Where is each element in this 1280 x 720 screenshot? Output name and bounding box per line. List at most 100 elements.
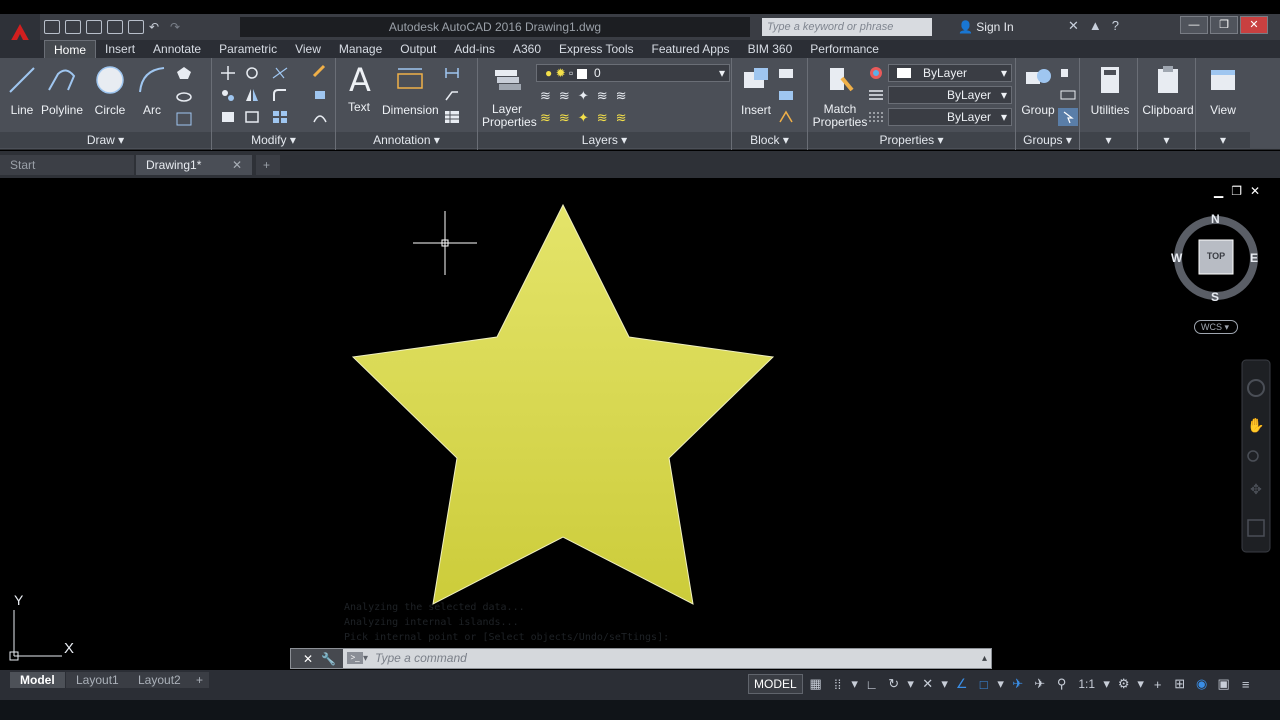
layer-thaw-icon[interactable]: ✦ xyxy=(578,110,589,126)
new-tab-button[interactable]: + xyxy=(256,155,280,175)
mirror-icon[interactable] xyxy=(244,88,260,102)
modify-panel-title[interactable]: Modify ▾ xyxy=(212,132,335,148)
view-panel[interactable]: View ▾ xyxy=(1196,58,1250,150)
wrench-icon[interactable]: 🔧 xyxy=(321,652,336,666)
new-file-icon[interactable] xyxy=(44,20,60,34)
viewcube-west[interactable]: W xyxy=(1171,251,1182,265)
auto-scale-icon[interactable]: ✈ xyxy=(1031,676,1049,692)
layer-match-icon[interactable]: ≋ xyxy=(616,88,627,104)
color-dropdown[interactable]: ByLayer ▾ xyxy=(888,64,1012,82)
minimize-button[interactable]: — xyxy=(1180,16,1208,34)
a360-icon[interactable]: ▲ xyxy=(1089,18,1102,34)
polygon-icon[interactable] xyxy=(176,66,192,80)
draw-panel-title[interactable]: Draw ▾ xyxy=(0,132,211,148)
linear-dimension-icon[interactable] xyxy=(444,66,460,80)
layer-properties-button[interactable]: Layer Properties xyxy=(482,64,537,129)
copy-icon[interactable] xyxy=(220,88,236,102)
chevron-down-icon[interactable]: ▾ xyxy=(907,676,915,692)
customize-icon[interactable]: ≡ xyxy=(1237,677,1255,692)
tab-express-tools[interactable]: Express Tools xyxy=(550,40,642,58)
chevron-down-icon[interactable]: ▾ xyxy=(997,676,1005,692)
command-input[interactable]: Type a command xyxy=(375,649,467,668)
polyline-tool[interactable]: Polyline xyxy=(40,64,84,117)
move-icon[interactable] xyxy=(220,66,236,80)
close-icon[interactable]: ✕ xyxy=(232,155,242,175)
layer-dropdown[interactable]: ● ✹ ▫ 0 ▾ xyxy=(536,64,730,82)
redo-icon[interactable]: ↷ xyxy=(170,20,186,34)
group-selection-icon[interactable] xyxy=(1058,108,1078,126)
fillet-icon[interactable] xyxy=(272,88,288,102)
tab-output[interactable]: Output xyxy=(391,40,445,58)
create-block-icon[interactable] xyxy=(778,66,794,80)
scale-icon[interactable] xyxy=(244,110,260,124)
linetype-dropdown[interactable]: ByLayer ▾ xyxy=(888,108,1012,126)
object-snap-tracking-icon[interactable]: ∠ xyxy=(953,676,971,692)
save-as-icon[interactable] xyxy=(107,20,123,34)
ungroup-icon[interactable] xyxy=(1060,66,1076,80)
viewcube-east[interactable]: E xyxy=(1250,251,1258,265)
arc-tool[interactable]: Arc xyxy=(136,64,168,117)
layout-tab-layout2[interactable]: Layout2 xyxy=(128,672,191,688)
layer-freeze-icon[interactable]: ✦ xyxy=(578,88,589,104)
layer-lock-icon[interactable]: ≋ xyxy=(597,88,608,104)
add-layout-button[interactable]: + xyxy=(190,672,210,688)
polar-tracking-icon[interactable]: ↻ xyxy=(885,676,903,692)
array-icon[interactable] xyxy=(272,110,288,124)
erase-icon[interactable] xyxy=(312,64,328,78)
offset-icon[interactable] xyxy=(312,110,328,124)
explode-icon[interactable] xyxy=(312,88,328,102)
model-space-button[interactable]: MODEL xyxy=(748,674,803,694)
layer-off-icon[interactable]: ≋ xyxy=(559,88,570,104)
leader-icon[interactable] xyxy=(444,88,460,102)
annotation-visibility-icon[interactable]: ✈ xyxy=(1009,676,1027,692)
chevron-down-icon[interactable]: ▾ xyxy=(851,676,859,692)
rotate-icon[interactable] xyxy=(244,66,260,80)
text-tool[interactable]: A Text xyxy=(344,64,374,114)
insert-block-button[interactable]: Insert xyxy=(736,64,776,117)
tab-annotate[interactable]: Annotate xyxy=(144,40,210,58)
hatch-icon[interactable] xyxy=(176,112,192,126)
dimension-tool[interactable]: Dimension xyxy=(382,64,439,117)
wcs-menu[interactable]: WCS ▾ xyxy=(1194,320,1238,334)
attribute-icon[interactable] xyxy=(778,110,794,124)
chevron-down-icon[interactable]: ▾ xyxy=(941,676,949,692)
layout-tab-model[interactable]: Model xyxy=(10,672,65,688)
pan-icon[interactable]: ✋ xyxy=(1247,417,1264,433)
open-file-icon[interactable] xyxy=(65,20,81,34)
tab-parametric[interactable]: Parametric xyxy=(210,40,286,58)
block-panel-title[interactable]: Block ▾ xyxy=(732,132,807,148)
groups-panel-title[interactable]: Groups ▾ xyxy=(1016,132,1079,148)
ortho-icon[interactable]: ∟ xyxy=(863,677,881,692)
tab-view[interactable]: View xyxy=(286,40,330,58)
tab-home[interactable]: Home xyxy=(44,40,97,58)
chevron-down-icon[interactable]: ▾ xyxy=(1080,132,1137,148)
clipboard-panel[interactable]: Clipboard ▾ xyxy=(1138,58,1196,150)
command-prompt-icon[interactable]: >_ xyxy=(347,652,363,664)
star-shape[interactable] xyxy=(351,203,775,605)
table-icon[interactable] xyxy=(444,110,460,124)
tab-featured-apps[interactable]: Featured Apps xyxy=(643,40,739,58)
doc-tab-start[interactable]: Start xyxy=(0,155,134,175)
chevron-down-icon[interactable]: ▾ xyxy=(1137,676,1145,692)
isodraft-icon[interactable]: ✕ xyxy=(919,676,937,692)
snap-icon[interactable]: ⁞⁞ xyxy=(829,677,847,692)
object-snap-icon[interactable]: □ xyxy=(975,677,993,692)
layer-on-icon[interactable]: ≋ xyxy=(559,110,570,126)
properties-panel-title[interactable]: Properties ▾ xyxy=(808,132,1015,148)
search-input[interactable]: Type a keyword or phrase xyxy=(762,18,932,36)
trim-icon[interactable] xyxy=(272,66,288,80)
stretch-icon[interactable] xyxy=(220,110,236,124)
close-icon[interactable]: ✕ xyxy=(303,652,313,666)
lineweight-dropdown[interactable]: ByLayer ▾ xyxy=(888,86,1012,104)
orbit-icon[interactable]: ✥ xyxy=(1250,481,1262,497)
tab-a360[interactable]: A360 xyxy=(504,40,550,58)
match-properties-button[interactable]: Match Properties xyxy=(812,64,868,129)
tab-performance[interactable]: Performance xyxy=(801,40,888,58)
tab-insert[interactable]: Insert xyxy=(96,40,144,58)
annotation-panel-title[interactable]: Annotation ▾ xyxy=(336,132,477,148)
tab-add-ins[interactable]: Add-ins xyxy=(445,40,504,58)
layers-panel-title[interactable]: Layers ▾ xyxy=(478,132,731,148)
viewcube-south[interactable]: S xyxy=(1211,290,1219,304)
grid-icon[interactable]: ▦ xyxy=(807,676,825,692)
layer-isolate-icon[interactable]: ≋ xyxy=(540,88,551,104)
